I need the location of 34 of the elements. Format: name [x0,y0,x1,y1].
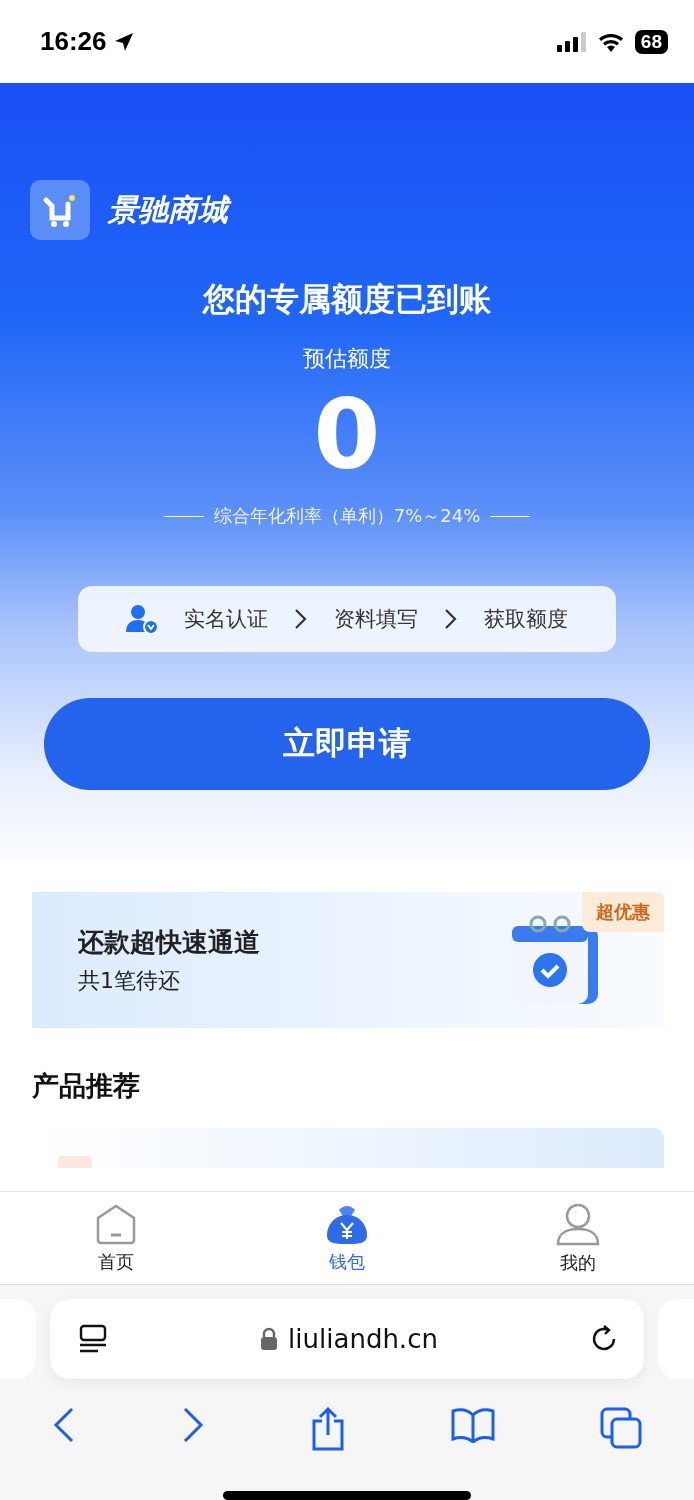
promo-badge: 超优惠 [582,892,664,932]
book-icon[interactable] [450,1407,495,1443]
tab[interactable]: 钱包 [231,1192,463,1284]
status-time: 16:26 [40,26,107,57]
section-title: 产品推荐 [32,1069,141,1103]
url-text: liuliandh.cn [288,1324,438,1354]
wifi-icon [596,31,625,52]
verified-user-icon [126,604,158,634]
tab[interactable]: 首页 [0,1192,232,1284]
credit-amount: 0 [313,380,381,490]
reader-icon [78,1324,108,1354]
apply-button[interactable]: 立即申请 [44,698,650,790]
person-icon [555,1201,602,1247]
forward-icon[interactable] [181,1407,206,1443]
chevron-icon [444,608,458,630]
step-label: 实名认证 [184,606,268,633]
lock-icon [260,1327,279,1351]
step-label: 资料填写 [334,606,418,633]
tabs-icon[interactable] [599,1407,642,1449]
banner-subtitle: 共1笔待还 [78,966,181,995]
interest-rate: 综合年化利率（单利）7%～24% [213,504,481,528]
repayment-banner[interactable]: 还款超快速通道 共1笔待还 超优惠 [32,892,664,1028]
headline: 您的专属额度已到账 [203,279,491,320]
chevron-icon [294,608,308,630]
app-logo [30,180,90,240]
share-icon[interactable] [310,1407,346,1451]
amount-label: 预估额度 [303,345,391,373]
tab[interactable]: 我的 [462,1192,694,1284]
signal-icon [556,31,587,52]
step-label: 获取额度 [484,606,568,633]
product-logo [58,1156,92,1168]
banner-title: 还款超快速通道 [78,925,260,959]
address-bar[interactable]: liuliandh.cn [50,1299,644,1379]
battery-level: 68 [634,29,668,54]
